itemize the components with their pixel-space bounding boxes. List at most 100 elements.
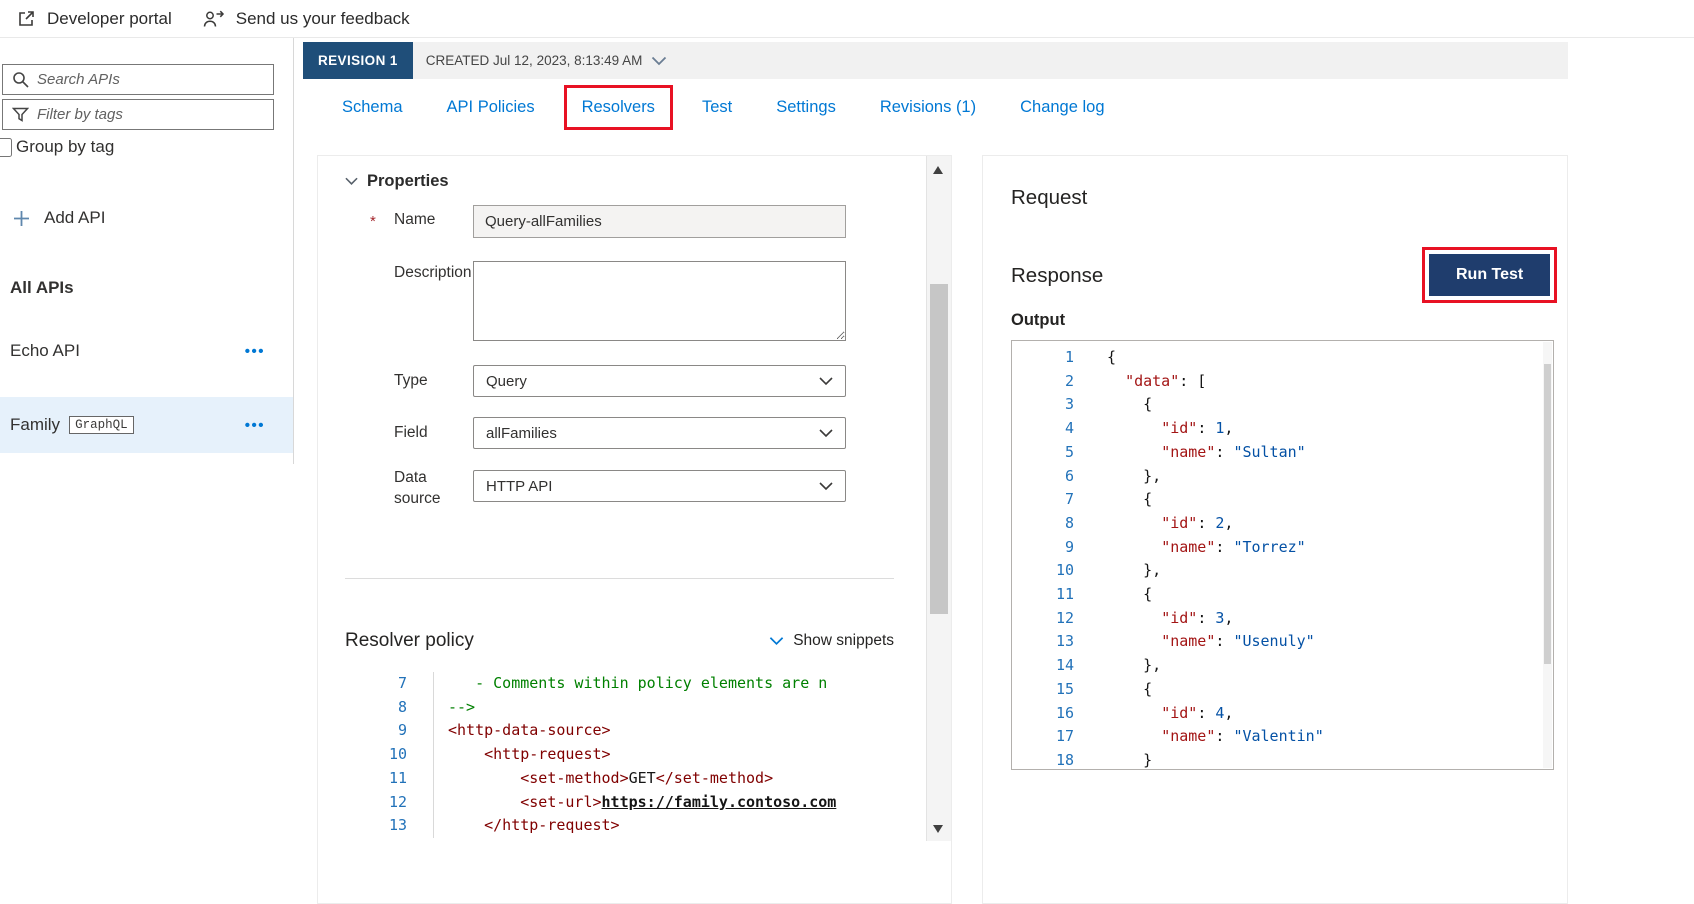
code-line-11: 11 { bbox=[1012, 583, 1541, 607]
code-text: <http-request> bbox=[433, 743, 611, 767]
scrollbar-thumb[interactable] bbox=[930, 284, 948, 614]
search-apis-input[interactable] bbox=[37, 71, 264, 88]
output-editor[interactable]: 1{2 "data": [3 {4 "id": 1, 5 "name": "Sul… bbox=[1011, 340, 1554, 770]
code-line-10: 10 <http-request> bbox=[345, 743, 904, 767]
topbar: Developer portal Send us your feedback bbox=[0, 0, 1694, 38]
code-line-10: 10 }, bbox=[1012, 559, 1541, 583]
code-text: - Comments within policy elements are n bbox=[433, 672, 827, 696]
line-number: 9 bbox=[1064, 537, 1074, 556]
revision-tab[interactable]: REVISION 1 bbox=[303, 42, 413, 79]
add-api-button[interactable]: Add API bbox=[12, 208, 105, 228]
api-list: Echo API ••• Family GraphQL ••• bbox=[0, 323, 293, 471]
plus-icon bbox=[14, 210, 29, 226]
line-number: 1 bbox=[1064, 348, 1074, 366]
line-number: 10 bbox=[1055, 561, 1074, 580]
group-by-tag-checkbox[interactable] bbox=[0, 137, 12, 157]
feedback-icon bbox=[203, 10, 224, 27]
chevron-down-icon bbox=[769, 637, 784, 646]
code-text: <http-data-source> bbox=[433, 719, 611, 744]
more-options-button[interactable]: ••• bbox=[245, 417, 265, 434]
tab-schema[interactable]: Schema bbox=[320, 98, 425, 117]
tab-change-log[interactable]: Change log bbox=[998, 98, 1126, 117]
code-text: <set-method>GET</set-method> bbox=[433, 766, 773, 791]
tab-settings[interactable]: Settings bbox=[754, 98, 858, 117]
output-scrollbar[interactable] bbox=[1543, 342, 1552, 768]
code-line-6: 6 }, bbox=[1012, 465, 1541, 489]
filter-tags-box[interactable] bbox=[2, 99, 274, 130]
line-number: 4 bbox=[1064, 419, 1074, 438]
data-source-select[interactable]: HTTP API bbox=[473, 470, 846, 502]
more-options-button[interactable]: ••• bbox=[245, 343, 265, 360]
line-number: 18 bbox=[1055, 750, 1074, 769]
scroll-down-icon[interactable] bbox=[933, 825, 943, 833]
run-test-button[interactable]: Run Test bbox=[1429, 254, 1551, 296]
code-text: { bbox=[1107, 679, 1153, 698]
developer-portal-link[interactable]: Developer portal bbox=[16, 9, 172, 29]
open-in-new-icon bbox=[19, 10, 34, 26]
tab-bar: Schema API Policies Resolvers Test Settings R… bbox=[320, 84, 1127, 130]
code-line-13: 13 </http-request> bbox=[345, 814, 904, 838]
name-input[interactable] bbox=[473, 205, 846, 238]
chevron-down-icon bbox=[819, 481, 833, 490]
line-number: 2 bbox=[1064, 371, 1074, 390]
description-textarea[interactable] bbox=[473, 261, 846, 341]
request-title: Request bbox=[1011, 186, 1088, 209]
search-apis-box[interactable] bbox=[2, 64, 274, 95]
data-source-label: Data source bbox=[394, 469, 441, 507]
code-line-12: 12 <set-url>https://family.contoso.com bbox=[345, 790, 904, 815]
resolver-policy-title: Resolver policy bbox=[345, 630, 474, 651]
chevron-down-icon[interactable] bbox=[651, 56, 667, 66]
properties-panel: Properties * Name Description Type Query… bbox=[317, 155, 952, 904]
show-snippets-button[interactable]: Show snippets bbox=[769, 632, 894, 650]
required-marker: * bbox=[370, 213, 376, 230]
code-line-13: 13 "name": "Usenuly" bbox=[1012, 630, 1541, 654]
scroll-up-icon[interactable] bbox=[933, 166, 943, 174]
code-line-2: 2 "data": [ bbox=[1012, 370, 1541, 394]
feedback-link[interactable]: Send us your feedback bbox=[202, 9, 410, 29]
type-select[interactable]: Query bbox=[473, 365, 846, 397]
code-text: } bbox=[1107, 750, 1153, 769]
filter-tags-input[interactable] bbox=[37, 106, 264, 123]
tab-resolvers[interactable]: Resolvers bbox=[563, 84, 673, 130]
sidebar-divider bbox=[293, 38, 294, 464]
code-text: }, bbox=[1107, 656, 1162, 675]
add-api-label: Add API bbox=[44, 208, 106, 227]
line-number: 11 bbox=[388, 768, 407, 787]
field-label: Field bbox=[394, 424, 428, 441]
tab-revisions-1[interactable]: Revisions (1) bbox=[858, 98, 998, 117]
code-text: { bbox=[1107, 395, 1153, 414]
code-line-11: 11 <set-method>GET</set-method> bbox=[345, 766, 904, 791]
line-number: 3 bbox=[1064, 395, 1074, 414]
line-number: 15 bbox=[1055, 679, 1074, 698]
output-code: 1{2 "data": [3 {4 "id": 1, 5 "name": "Sul… bbox=[1012, 346, 1541, 769]
code-line-8: 8 --> bbox=[345, 695, 904, 720]
run-test-highlight: Run Test bbox=[1422, 247, 1558, 303]
line-number: 8 bbox=[397, 697, 407, 716]
line-number: 12 bbox=[1055, 608, 1074, 627]
line-number: 7 bbox=[397, 674, 407, 692]
group-by-tag-row: Group by tag bbox=[0, 137, 114, 157]
all-apis-heading: All APIs bbox=[10, 278, 74, 297]
code-text: "id": 4, bbox=[1161, 703, 1234, 722]
code-text: "id": 3, bbox=[1161, 608, 1234, 627]
tab-api-policies[interactable]: API Policies bbox=[425, 98, 557, 117]
code-line-12: 12 "id": 3, bbox=[1012, 607, 1541, 631]
output-scrollbar-thumb[interactable] bbox=[1544, 364, 1551, 664]
line-number: 6 bbox=[1064, 466, 1074, 485]
api-item-family[interactable]: Family GraphQL ••• bbox=[0, 397, 293, 453]
properties-section-header[interactable]: Properties bbox=[345, 172, 449, 191]
test-panel: Request Response Run Test Output 1{2 "da… bbox=[982, 155, 1568, 904]
api-name: Echo API bbox=[10, 341, 80, 360]
revision-created-label: CREATED Jul 12, 2023, 8:13:49 AM bbox=[425, 53, 643, 68]
code-line-8: 8 "id": 2, bbox=[1012, 512, 1541, 536]
policy-editor[interactable]: 7 - Comments within policy elements are … bbox=[345, 672, 904, 903]
code-text: --> bbox=[433, 695, 475, 720]
line-number: 11 bbox=[1055, 585, 1074, 604]
sidebar: Group by tag Add API All APIs Echo API ••… bbox=[0, 38, 293, 904]
api-item-echo-api[interactable]: Echo API ••• bbox=[0, 323, 293, 379]
tab-test[interactable]: Test bbox=[680, 98, 754, 117]
revision-bar: REVISION 1 CREATED Jul 12, 2023, 8:13:49… bbox=[303, 42, 1568, 79]
line-number: 9 bbox=[397, 721, 407, 740]
properties-scrollbar[interactable] bbox=[926, 156, 951, 841]
field-select[interactable]: allFamilies bbox=[473, 417, 846, 449]
